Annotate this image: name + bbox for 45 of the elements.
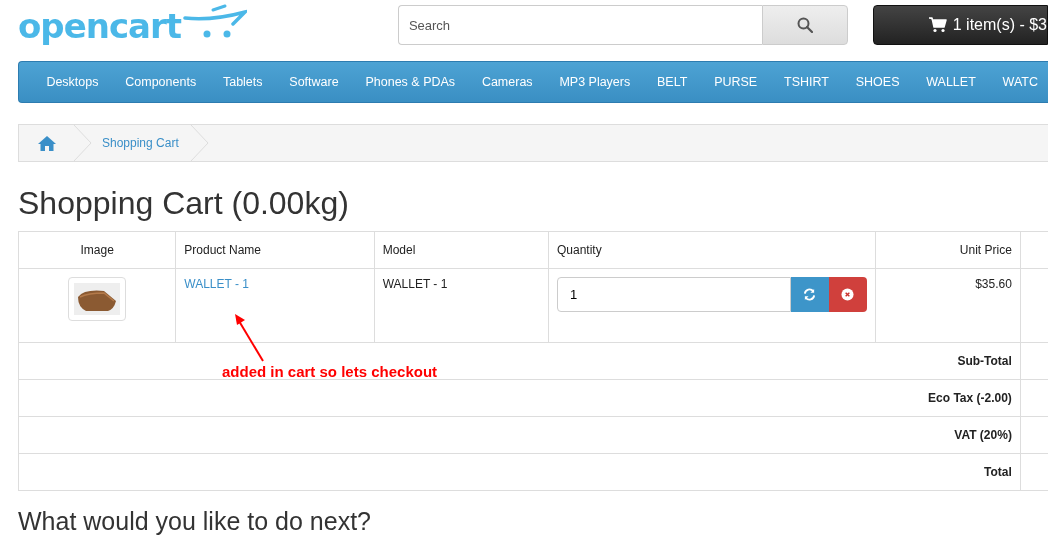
cart-swoosh-icon — [183, 4, 248, 40]
search-icon — [796, 17, 813, 33]
annotation-arrow — [234, 313, 266, 363]
menu-item[interactable]: Phones & PDAs — [352, 72, 469, 92]
quantity-field[interactable]: 1 — [557, 277, 791, 312]
menu-item[interactable]: WALLET — [912, 72, 990, 92]
column-header: Product Name — [175, 231, 375, 269]
product-thumbnail[interactable] — [68, 277, 127, 321]
column-header: Model — [374, 231, 549, 269]
page-title: Shopping Cart (0.00kg) — [18, 184, 350, 222]
table-cell: WALLET - 1 — [374, 268, 549, 343]
menu-item[interactable]: Software — [275, 72, 353, 92]
menu-item[interactable]: MP3 Players — [546, 72, 644, 92]
total-label: VAT (20%) — [954, 428, 1012, 442]
wallet-drawing — [74, 283, 121, 315]
remove-button[interactable] — [828, 277, 867, 312]
menu-item[interactable]: BELT — [643, 72, 701, 92]
product-link[interactable]: WALLET - 1 — [184, 277, 249, 291]
menu-item[interactable]: Cameras — [468, 72, 546, 92]
update-button[interactable] — [790, 277, 829, 312]
refresh-icon — [803, 288, 817, 301]
cart-icon — [928, 17, 947, 33]
column-header: Unit Price — [875, 231, 1021, 269]
total-label: Sub-Total — [957, 354, 1012, 368]
remove-icon — [841, 288, 855, 301]
menu-item[interactable]: Components — [111, 72, 210, 92]
menu-item[interactable]: WATC — [989, 72, 1048, 92]
total-label: Eco Tax (-2.00) — [928, 391, 1012, 405]
column-header: Quantity — [548, 231, 876, 269]
menu-item[interactable]: Desktops — [33, 72, 112, 92]
section-heading: What would you like to do next? — [18, 507, 372, 536]
search-button[interactable] — [761, 5, 848, 45]
annotation-text: added in cart so lets checkout — [222, 363, 438, 380]
column-header: Image — [18, 231, 176, 269]
total-label: Total — [984, 465, 1012, 479]
search-field[interactable]: Search — [397, 5, 762, 45]
table-cell: $35.60 — [875, 268, 1021, 343]
menu-item[interactable]: TSHIRT — [770, 72, 843, 92]
menu-item[interactable]: PURSE — [700, 72, 771, 92]
menu-item[interactable]: SHOES — [842, 72, 913, 92]
logo[interactable]: opencart — [18, 6, 182, 46]
cart-button[interactable]: 1 item(s) - $3 — [872, 5, 1048, 45]
home-icon — [38, 135, 56, 151]
menu-item[interactable]: Tablets — [209, 72, 276, 92]
breadcrumb-link[interactable]: Shopping Cart — [92, 125, 191, 161]
